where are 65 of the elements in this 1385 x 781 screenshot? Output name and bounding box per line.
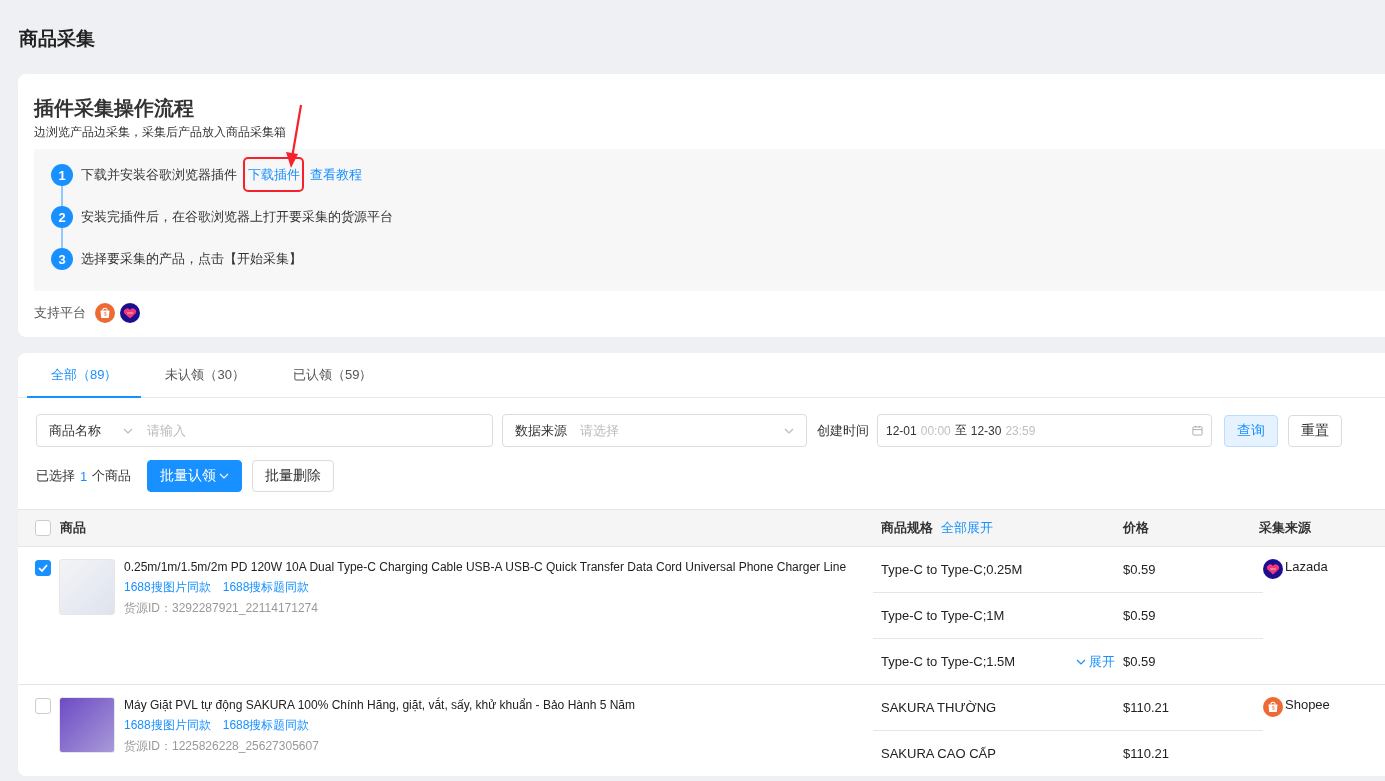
chevron-down-icon (123, 427, 133, 434)
step-number: 2 (51, 206, 73, 228)
reset-button[interactable]: 重置 (1288, 414, 1342, 447)
checkbox[interactable] (35, 698, 51, 714)
source-platform: Lazada (1285, 559, 1328, 574)
annotation-arrow (283, 104, 303, 170)
search-same-link[interactable]: 1688搜图片同款 (124, 579, 211, 596)
step-number: 3 (51, 248, 73, 270)
filter-tab[interactable]: 未认领（30） (141, 353, 269, 398)
query-button[interactable]: 查询 (1224, 414, 1278, 447)
step-link[interactable]: 查看教程 (310, 167, 362, 182)
step-number: 1 (51, 164, 73, 186)
variant-price: $110.21 (1123, 746, 1170, 761)
source-platform: Shopee (1285, 697, 1330, 712)
bulk-claim-button[interactable]: 批量认领 (147, 460, 243, 492)
column-header: 价格 (1123, 519, 1149, 537)
page-title: 商品采集 (18, 27, 96, 51)
product-title: Máy Giặt PVL tự động SAKURA 100% Chính Hãng, giặt, vắt, sấy, khử khuẩn - Bảo Hành 5 Năm (124, 697, 635, 713)
guide-subtitle: 边浏览产品边采集，采集后产品放入商品采集箱 (34, 124, 287, 141)
search-same-link[interactable]: 1688搜标题同款 (222, 717, 310, 734)
chevron-down-icon (784, 427, 794, 434)
selection-count: 1 (80, 468, 88, 484)
variant-spec: Type-C to Type-C;0.25M (881, 562, 1023, 577)
checkmark-icon (37, 562, 49, 574)
step-text: 安装完插件后，在谷歌浏览器上打开要采集的货源平台 (81, 208, 393, 226)
chevron-down-icon (219, 473, 230, 479)
variant-price: $110.21 (1123, 700, 1170, 715)
product-photo-placeholder (59, 559, 115, 615)
platforms-label: 支持平台 (34, 304, 86, 322)
column-header: 采集来源 (1259, 519, 1311, 537)
variant-price: $0.59 (1123, 608, 1156, 623)
product-title: 0.25m/1m/1.5m/2m PD 120W 10A Dual Type-C Charging Cable USB-A USB-C Quick Transfer Data Cord Universal Phone Charger Line (124, 559, 847, 575)
filter-tab[interactable]: 全部（89） (27, 353, 142, 398)
chevron-down-icon (1076, 658, 1086, 665)
filter-tab[interactable]: 已认领（59） (268, 353, 397, 398)
date-label: 创建时间 (817, 421, 869, 440)
search-same-link[interactable]: 1688搜图片同款 (124, 717, 211, 734)
source-id: 货源ID：1225826228_25627305607 (124, 738, 320, 755)
step-text: 下载并安装谷歌浏览器插件 (81, 166, 237, 184)
expand-link[interactable]: 展开 (1076, 652, 1115, 671)
expand-all-link[interactable]: 全部展开 (941, 519, 993, 537)
step-text: 选择要采集的产品，点击【开始采集】 (81, 250, 302, 268)
selection-text: 已选择 (36, 467, 75, 485)
bulk-delete-button[interactable]: 批量删除 (252, 460, 335, 492)
variant-price: $0.59 (1123, 562, 1156, 577)
column-header: 商品 (60, 519, 86, 537)
selection-text: 个商品 (92, 467, 132, 485)
source-id: 货源ID：3292287921_22114171274 (124, 600, 319, 617)
variant-spec: SAKURA THƯỜNG (881, 700, 997, 715)
date-range-field[interactable]: 12-01 00:00 至 12-30 23:59 (877, 414, 1212, 447)
variant-spec: Type-C to Type-C;1M (881, 608, 1005, 623)
source-select[interactable]: 数据来源 请选择 (502, 414, 807, 447)
checkbox[interactable] (35, 520, 51, 536)
guide-title: 插件采集操作流程 (34, 96, 195, 121)
column-header: 商品规格 (881, 519, 933, 537)
step-link[interactable]: 下载插件 (245, 159, 302, 190)
search-same-link[interactable]: 1688搜标题同款 (222, 579, 310, 596)
variant-spec: SAKURA CAO CẤP (881, 746, 996, 761)
search-input[interactable]: 请输入 (145, 422, 480, 439)
product-photo-placeholder (59, 697, 115, 753)
checkbox[interactable] (35, 560, 51, 576)
variant-price: $0.59 (1123, 654, 1156, 669)
calendar-icon (1192, 425, 1203, 436)
search-bar[interactable]: 商品名称 请输入 (36, 414, 493, 447)
variant-spec: Type-C to Type-C;1.5M (881, 654, 1016, 669)
